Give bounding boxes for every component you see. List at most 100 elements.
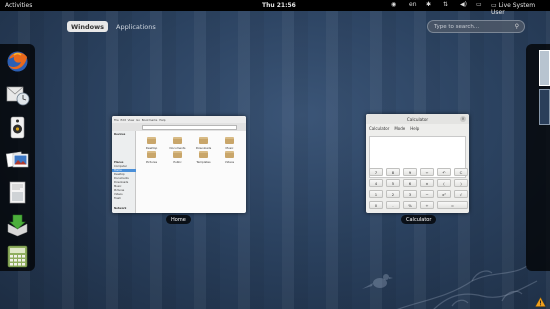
shotwell-icon[interactable] [5,147,30,172]
tab-windows[interactable]: Windows [67,21,109,32]
sidebar-item: Music [114,185,122,188]
folder-label: Public [173,160,182,164]
menu-item: Help [410,126,420,131]
menu-item: View [127,118,135,122]
document-viewer-icon[interactable] [5,180,30,205]
folder-label: Desktop [145,146,158,150]
calc-key: 9 [403,168,417,176]
calc-key: 7 [369,168,383,176]
places-sidebar: Devices Places Computer Home Desktop Doc… [112,131,136,213]
search-placeholder: Type to search... [434,23,480,30]
calc-key: 4 [369,179,383,187]
warning-icon[interactable] [535,297,546,307]
window-caption-home: Home [166,215,191,224]
calculator-title: Calculator [406,117,429,122]
menu-bar: File Edit View Go Bookmarks Help [112,116,246,123]
window-thumbnail-calculator[interactable]: Calculator × Calculator Mode Help 7 8 9 … [366,114,469,213]
folder-icon [225,137,234,144]
folder-icon [225,151,234,158]
folder-label: Videos [224,160,235,164]
folder-label: Music [225,146,234,150]
folder-icon [147,151,156,158]
menu-bar: Calculator Mode Help [366,126,469,133]
folder-icon [147,137,156,144]
close-icon[interactable]: × [460,116,466,122]
menu-item: Calculator [369,126,390,131]
calc-key: ( [437,179,451,187]
sidebar-heading: Network [114,207,127,210]
menu-item: Go [136,118,140,122]
menu-item: Help [159,118,166,122]
sidebar-item: Downloads [114,181,129,184]
calc-key: ↶ [437,168,451,176]
folder-icon [173,137,182,144]
dash [0,44,35,271]
sidebar-heading: Devices [114,133,126,136]
keyboard-layout-indicator[interactable]: en [409,1,417,8]
sidebar-heading: Places [114,161,124,164]
window-caption-calculator: Calculator [401,215,437,224]
calc-key: 0 [369,201,383,209]
bluetooth-icon[interactable]: ✱ [426,1,431,8]
calc-key: √ [454,190,468,198]
calc-key: . [386,201,400,209]
path-bar [142,124,237,130]
calc-key: 5 [386,179,400,187]
folder-icon [199,137,208,144]
calculator-display [369,136,466,178]
folder-label: Documents [169,146,186,150]
folder-icon [173,151,182,158]
sidebar-item: Computer [114,165,127,168]
calc-key: 6 [403,179,417,187]
evolution-icon[interactable] [5,82,30,107]
calc-key: ÷ [420,168,434,176]
user-menu[interactable]: ▭ Live System User [491,2,550,16]
network-icon[interactable]: ⇅ [443,1,448,8]
calculator-icon[interactable] [5,244,30,269]
user-name: Live System User [491,1,536,16]
calc-key: 3 [403,190,417,198]
sidebar-item: Trash [114,197,121,200]
calc-key: C [454,168,468,176]
menu-item: Bookmarks [141,118,158,122]
accessibility-icon[interactable]: ◉ [391,1,396,8]
search-input[interactable]: Type to search... ⚲ [427,20,525,33]
calc-key: x² [437,190,451,198]
menu-item: Mode [394,126,406,131]
calc-key: 1 [369,190,383,198]
sidebar-item-selected: Home [112,169,136,172]
calc-key: + [420,201,434,209]
window-thumbnail-home[interactable]: File Edit View Go Bookmarks Help Devices… [112,116,246,213]
folder-label: Downloads [195,146,212,150]
menu-item: File [114,118,119,122]
folder-icon [199,151,208,158]
battery-icon[interactable]: ▭ [476,1,482,8]
workspace-1[interactable] [539,50,550,86]
search-icon: ⚲ [514,23,519,30]
software-installer-icon[interactable] [5,212,30,237]
chat-status-icon: ▭ [491,1,497,9]
bird-wallpaper-ornament [362,265,538,309]
clock[interactable]: Thu 21:56 [262,2,296,9]
sidebar-item: Pictures [114,189,125,192]
folder-label: Pictures [145,160,158,164]
calc-key: ) [454,179,468,187]
firefox-icon[interactable] [5,49,30,74]
calc-key: 2 [386,190,400,198]
calculator-titlebar: Calculator × [366,114,469,124]
activities-button[interactable]: Activities [5,2,32,9]
rhythmbox-icon[interactable] [5,115,30,140]
calc-key: 8 [386,168,400,176]
top-bar: Activities Thu 21:56 ◉ en ✱ ⇅ ◀) ▭ ▭ Liv… [0,0,550,16]
volume-icon[interactable]: ◀) [460,1,467,8]
calc-key: = [437,201,468,209]
sidebar-item: Desktop [114,173,125,176]
tab-applications[interactable]: Applications [112,21,160,32]
calc-key: − [420,190,434,198]
menu-item: Edit [120,118,126,122]
workspace-2[interactable] [539,89,550,125]
folder-label: Templates [196,160,211,164]
workspace-switcher [526,44,550,271]
sidebar-item: Videos [114,193,123,196]
calc-key: % [403,201,417,209]
